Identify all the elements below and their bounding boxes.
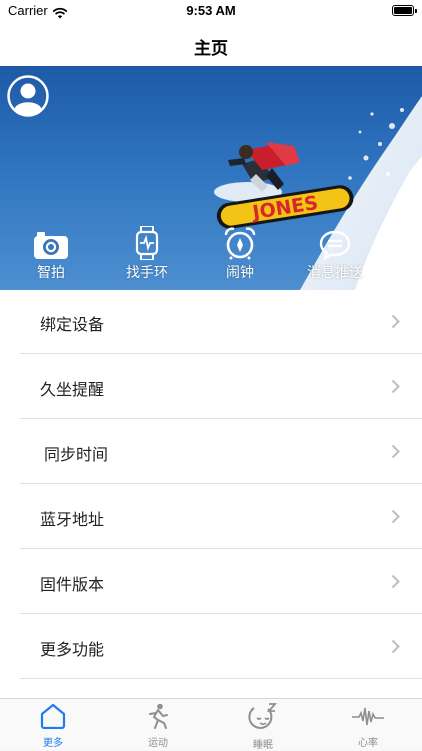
chevron-right-icon xyxy=(391,379,400,398)
menu-item-label: 蓝牙地址 xyxy=(40,510,105,529)
menu-item-label: 更多功能 xyxy=(40,640,105,659)
tab-label: 更多 xyxy=(43,738,63,749)
menu-item-label: 绑定设备 xyxy=(40,315,105,334)
sleep-icon xyxy=(248,703,277,729)
home-icon xyxy=(40,703,66,730)
clock-label: 9:53 AM xyxy=(186,3,236,18)
action-label: 智拍 xyxy=(37,265,65,281)
menu-item-bluetooth-address[interactable]: 蓝牙地址 xyxy=(20,485,422,549)
action-message-push[interactable]: 消息推送 xyxy=(290,226,380,282)
menu-item-firmware-version[interactable]: 固件版本 xyxy=(20,550,422,614)
settings-list: 绑定设备 久坐提醒 同步时间 蓝牙地址 固件版本 更多功能 xyxy=(0,290,422,698)
hero-banner: JONES 智拍 找手环 闹钟 消息推送 xyxy=(0,66,422,290)
action-find-band[interactable]: 找手环 xyxy=(102,226,192,282)
menu-item-bind-device[interactable]: 绑定设备 xyxy=(20,290,422,354)
message-icon xyxy=(290,226,380,260)
action-label: 消息推送 xyxy=(307,265,363,281)
tab-label: 心率 xyxy=(358,738,378,749)
action-alarm[interactable]: 闹钟 xyxy=(195,226,285,282)
status-bar: Carrier 9:53 AM xyxy=(0,0,422,22)
action-label: 闹钟 xyxy=(226,265,254,281)
camera-icon xyxy=(6,226,96,260)
tab-more[interactable]: 更多 xyxy=(13,703,93,749)
navigation-bar: 主页 xyxy=(0,22,422,66)
chevron-right-icon xyxy=(391,574,400,593)
tab-exercise[interactable]: 运动 xyxy=(118,703,198,749)
menu-item-sedentary-reminder[interactable]: 久坐提醒 xyxy=(20,355,422,419)
tab-label: 睡眠 xyxy=(253,740,273,751)
action-label: 找手环 xyxy=(126,265,168,281)
tab-label: 运动 xyxy=(148,738,168,749)
heart-rate-icon xyxy=(352,707,384,726)
menu-item-label: 久坐提醒 xyxy=(40,380,105,399)
avatar[interactable] xyxy=(7,75,49,117)
tab-bar: 更多 运动 睡眠 心率 xyxy=(0,698,422,751)
chevron-right-icon xyxy=(391,509,400,528)
menu-item-label: 固件版本 xyxy=(40,575,105,594)
running-icon xyxy=(149,703,168,729)
chevron-right-icon xyxy=(391,314,400,333)
smartwatch-icon xyxy=(102,226,192,260)
menu-item-more-features[interactable]: 更多功能 xyxy=(20,615,422,679)
alarm-clock-icon xyxy=(195,226,285,260)
tab-sleep[interactable]: 睡眠 xyxy=(223,703,303,751)
menu-item-label: 同步时间 xyxy=(44,445,109,464)
page-title: 主页 xyxy=(194,39,228,59)
chevron-right-icon xyxy=(391,444,400,463)
action-smart-photo[interactable]: 智拍 xyxy=(6,226,96,282)
battery-icon xyxy=(392,5,417,16)
tab-heart-rate[interactable]: 心率 xyxy=(328,703,408,749)
menu-item-sync-time[interactable]: 同步时间 xyxy=(20,420,422,484)
chevron-right-icon xyxy=(391,639,400,658)
